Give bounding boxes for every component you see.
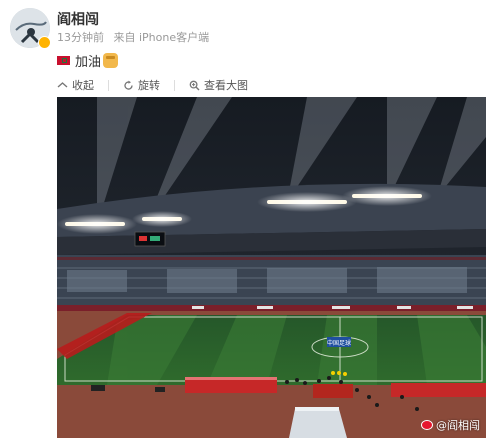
toolbar-divider	[174, 79, 175, 91]
toolbar-divider	[108, 79, 109, 91]
flag-icon	[57, 55, 70, 65]
zoom-in-icon	[189, 80, 200, 91]
stadium-photo: 中国足球	[57, 97, 486, 438]
fist-emoji-icon	[103, 52, 119, 68]
post-text: 加油	[57, 51, 119, 70]
username[interactable]: 阎相闯	[57, 9, 99, 29]
view-large-label: 查看大图	[204, 79, 248, 92]
verified-badge-icon	[38, 36, 51, 49]
post-meta: 13分钟前 来自 iPhone客户端	[57, 29, 215, 45]
post-header: 阎相闯 13分钟前 来自 iPhone客户端	[10, 8, 490, 49]
rotate-label: 旋转	[138, 79, 160, 92]
collapse-label: 收起	[72, 79, 94, 92]
collapse-icon	[57, 80, 68, 91]
post-time[interactable]: 13分钟前	[57, 31, 104, 44]
weibo-logo-icon	[421, 420, 433, 430]
post-source: 来自 iPhone客户端	[113, 31, 210, 44]
weibo-watermark: @阎相闯	[421, 417, 480, 433]
rotate-button[interactable]: 旋转	[123, 77, 160, 93]
post-text-content: 加油	[75, 54, 102, 70]
rotate-icon	[123, 80, 134, 91]
field-banner-text: 中国足球	[327, 339, 351, 347]
collapse-button[interactable]: 收起	[57, 77, 94, 93]
view-large-button[interactable]: 查看大图	[189, 77, 248, 93]
post-photo[interactable]: 中国足球 @阎相闯	[57, 97, 486, 438]
image-toolbar: 收起 旋转 查看大图	[57, 78, 262, 92]
watermark-text: @阎相闯	[436, 419, 480, 432]
